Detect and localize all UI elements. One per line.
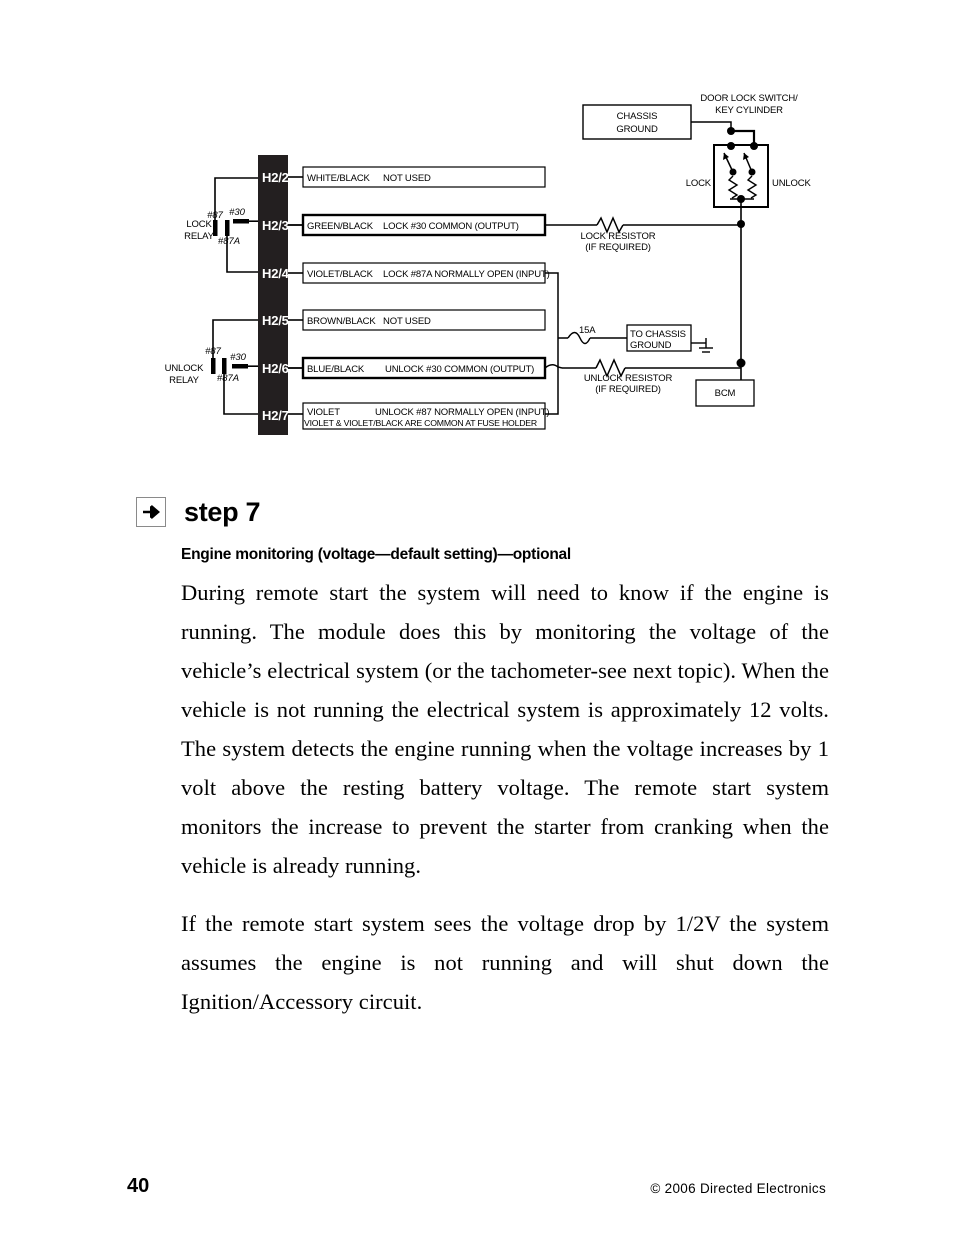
to-chassis-ground-line2: GROUND: [630, 340, 672, 351]
pin-label-h2-4: H2/4: [262, 266, 290, 281]
wire-color-h2-5: BROWN/BLACK: [307, 316, 376, 327]
section-subheading: Engine monitoring (voltage—default setti…: [181, 546, 571, 563]
lock-relay-terminal-30: #30: [229, 207, 246, 218]
fuse-label-15a: 15A: [579, 325, 596, 336]
page-footer: 40 © 2006 Directed Electronics: [0, 1175, 954, 1215]
switch-pivot-unlock: [748, 168, 756, 176]
wire-function-h2-6: UNLOCK #30 COMMON (OUTPUT): [385, 364, 534, 375]
copyright-notice: © 2006 Directed Electronics: [650, 1181, 826, 1196]
lock-resistor-symbol: [596, 216, 624, 234]
wire-chassis-ground-to-switch: [691, 121, 732, 131]
wire-color-h2-6: BLUE/BLACK: [307, 364, 365, 375]
switch-terminal-unlock-top: [750, 142, 758, 150]
wire-switch-top-bus: [731, 129, 756, 146]
junction-dot-bcm: [736, 358, 746, 368]
wire-function-h2-4: LOCK #87A NORMALLY OPEN (INPUT): [383, 269, 550, 280]
wire-function-h2-2: NOT USED: [383, 173, 431, 184]
page-number: 40: [127, 1175, 150, 1197]
to-chassis-ground-line1: TO CHASSIS: [630, 329, 686, 340]
unlock-relay-blade-30: [232, 364, 248, 369]
switch-unlock-label: UNLOCK: [772, 178, 812, 189]
door-lock-switch-label-line1: DOOR LOCK SWITCH/: [700, 93, 798, 104]
unlock-relay-label-line2: RELAY: [169, 375, 200, 386]
unlock-relay-terminal-87a: #87A: [217, 373, 239, 384]
chassis-ground-line1: CHASSIS: [617, 111, 658, 122]
wire-color-h2-7: VIOLET: [307, 407, 340, 418]
body-paragraph-1: During remote start the system will need…: [181, 580, 829, 878]
pin-label-h2-5: H2/5: [262, 313, 289, 328]
lock-relay-blade-87: [213, 220, 218, 236]
lock-resistor-label-line2: (IF REQUIRED): [585, 242, 651, 253]
pin-label-h2-6: H2/6: [262, 361, 289, 376]
unlock-resistor-label-line2: (IF REQUIRED): [595, 384, 661, 395]
lock-relay-blade-30: [233, 219, 249, 224]
chassis-ground-line2: GROUND: [616, 124, 658, 135]
unlock-relay-blade-87: [211, 358, 216, 374]
wire-function-h2-7: UNLOCK #87 NORMALLY OPEN (INPUT): [375, 407, 549, 418]
wire-function-h2-5: NOT USED: [383, 316, 431, 327]
wire-h2-6-hop: [544, 364, 563, 369]
bcm-label: BCM: [715, 388, 736, 399]
switch-lock-label: LOCK: [686, 178, 712, 189]
wire-color-h2-3: GREEN/BLACK: [307, 221, 374, 232]
unlock-relay-terminal-30: #30: [230, 352, 247, 363]
lock-relay-terminal-87a: #87A: [218, 236, 240, 247]
lock-resistor-label-line1: LOCK RESISTOR: [581, 231, 656, 242]
body-paragraph-2: If the remote start system sees the volt…: [181, 911, 829, 1014]
wire-color-h2-4: VIOLET/BLACK: [307, 269, 374, 280]
right-arrow-icon: [136, 497, 166, 527]
wire-color-h2-2: WHITE/BLACK: [307, 173, 371, 184]
pin-label-h2-7: H2/7: [262, 408, 289, 423]
unlock-relay-blade-87a: [222, 358, 227, 374]
lock-relay-blade-87a: [225, 220, 230, 236]
door-lock-switch-label-line2: KEY CYLINDER: [715, 105, 783, 116]
wire-violet-bus: [545, 272, 559, 415]
pin-label-h2-3: H2/3: [262, 218, 289, 233]
h2-connector-block: [258, 155, 288, 435]
step-header: step 7: [136, 493, 836, 541]
wire-function-h2-3: LOCK #30 COMMON (OUTPUT): [383, 221, 519, 232]
unlock-resistor-label-line1: UNLOCK RESISTOR: [584, 373, 673, 384]
wire-note-h2-7: VIOLET & VIOLET/BLACK ARE COMMON AT FUSE…: [304, 418, 537, 428]
door-lock-wiring-diagram: LOCK RELAY #87 #30 #87A UNLOCK RELAY #87…: [0, 0, 954, 460]
pin-label-h2-2: H2/2: [262, 170, 289, 185]
switch-terminal-lock-top: [727, 142, 735, 150]
page-title: step 7: [184, 497, 261, 527]
junction-dot-switch-top: [727, 127, 735, 135]
switch-pivot-lock: [729, 168, 737, 176]
unlock-relay-label-line1: UNLOCK: [165, 363, 205, 374]
step-content: Engine monitoring (voltage—default setti…: [181, 546, 829, 1040]
lock-relay-label-line2: RELAY: [184, 231, 215, 242]
